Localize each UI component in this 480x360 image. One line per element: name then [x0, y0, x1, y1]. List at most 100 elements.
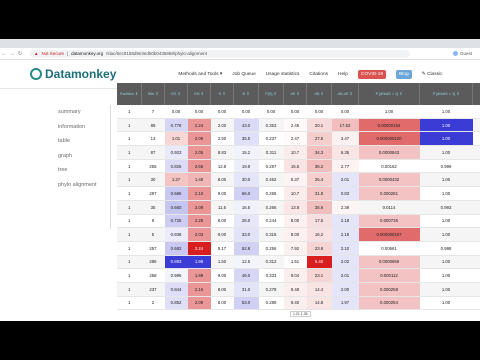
sidebar-item-phylo-alignment[interactable]: phylo alignment [58, 178, 110, 193]
table-cell: 52.8 [233, 241, 259, 256]
table-cell: 30 [141, 172, 165, 188]
sidebar-item-information[interactable]: information [58, 120, 110, 135]
table-cell: 8.00 [283, 214, 307, 229]
table-cell: 5 [141, 227, 165, 242]
table-cell: 1.00 [419, 282, 473, 297]
table-cell: 16.5 [233, 200, 259, 215]
table-cell: 53.0 [233, 296, 259, 311]
table-row[interactable]: 1 89 0.778 2.24 2.00 43.0 0.353 2.45 20.1 17.62 0.… [117, 118, 480, 133]
table-row[interactable]: 1 297 0.686 2.10 9.00 66.0 0.265 10.7 31.8 0.83 0.… [117, 186, 480, 201]
table-cell: 14.4 [306, 282, 332, 297]
sidebar-item-table[interactable]: table [58, 134, 110, 149]
table-cell: 2.24 [187, 118, 211, 133]
table-row[interactable]: 1 87 0.923 2.05 8.83 15.2 0.311 10.7 34.3 6.35 0.0… [117, 145, 480, 160]
table-row[interactable]: 1 2 0.852 2.09 8.00 53.0 0.289 9.40 14.8 1.97 0.00… [117, 296, 480, 311]
column-header[interactable]: EN ⇕ [187, 83, 211, 105]
column-header[interactable]: Partition ⇕ [117, 83, 142, 105]
column-header[interactable]: ES ⇕ [164, 83, 188, 105]
reload-icon[interactable]: ↻ [16, 51, 24, 57]
table-cell: 0.00 [283, 105, 307, 119]
nav-item-6[interactable]: Blog [396, 69, 412, 79]
table-cell: 30.0 [233, 172, 259, 188]
table-cell: 26.4 [306, 172, 332, 188]
table-cell: 0.353 [258, 118, 284, 133]
table-cell: 7.48 [472, 105, 480, 119]
table-cell: 1.00 [419, 296, 473, 311]
table-cell: 17.62 [331, 118, 359, 133]
table-cell: 16.2 [306, 227, 332, 242]
browser-window: ← → ↻ ▲ Not Secure | datamonkey.org /sla… [0, 39, 480, 321]
back-icon[interactable]: ← [0, 51, 8, 57]
table-cell: 2.47 [283, 131, 307, 147]
table-cell: 2.00 [210, 118, 234, 133]
sidebar-item-graph[interactable]: graph [58, 149, 110, 164]
table-cell: 1.99 [187, 268, 211, 283]
nav-item-2[interactable]: Usage statistics [266, 72, 300, 77]
table-cell: 7.48 [472, 282, 480, 297]
table-cell: 0.00 [306, 105, 332, 119]
column-header[interactable]: dN ⇕ [306, 83, 332, 105]
column-header[interactable]: dN-dS ⇕ [331, 83, 359, 105]
table-row[interactable]: 1 35 0.660 2.09 11.5 16.5 0.266 13.8 35.6 2.39 0.0… [117, 200, 480, 215]
table-cell: 0.996 [164, 268, 188, 283]
table-row[interactable]: 1 30 1.27 1.48 8.00 30.0 0.462 6.37 26.4 2.01 0.00… [117, 172, 480, 188]
table-cell: 8.00 [210, 172, 234, 188]
table-cell: 1 [117, 241, 142, 256]
table-cell: 12.8 [210, 159, 234, 174]
sidebar-item-summary[interactable]: summary [58, 105, 110, 120]
nav-item-5[interactable]: COVID-19 [357, 69, 387, 79]
table-cell: 0.462 [258, 172, 284, 188]
table-cell: 1 [117, 255, 142, 270]
table-row[interactable]: 1 255 0.826 2.65 12.8 19.8 0.297 15.5 36.2 2.77 0.… [117, 159, 480, 174]
table-cell: 2.01 [331, 172, 359, 188]
table-row[interactable]: 1 5 0.938 2.03 9.00 33.0 0.316 8.00 16.2 2.18 0.00… [117, 227, 480, 242]
table-cell: 6.40 [306, 255, 332, 270]
table-row[interactable]: 1 257 0.682 2.24 5.17 52.8 0.256 7.92 23.6 2.10 0.… [117, 241, 480, 256]
nav-item-1[interactable]: Job Queue [232, 72, 255, 77]
table-cell: 14.8 [306, 296, 332, 311]
table-cell: 0.333 [258, 268, 284, 283]
logo[interactable]: Datamonkey [30, 67, 116, 81]
table-cell: 1 [117, 186, 142, 201]
profile-button[interactable]: Guest [452, 51, 472, 56]
table-cell: 35.6 [306, 200, 332, 215]
table-row[interactable]: 1 13 1.01 2.09 2.50 35.5 0.237 2.47 27.5 3.47 0.00… [117, 131, 480, 147]
forward-icon[interactable]: → [8, 51, 16, 57]
results-table-container: Partition ⇕ Site ⇕ ES ⇕ EN ⇕ S ⇕ N ⇕ P[S] ⇕ dS … [117, 83, 480, 311]
column-header[interactable]: P[S] ⇕ [258, 83, 284, 105]
table-cell: 2.10 [187, 186, 211, 201]
nav-item-7[interactable]: ✎ Classic [422, 72, 443, 77]
column-header[interactable]: P [dN/dS > 1] ⇕ [358, 83, 420, 105]
table-row[interactable]: 1 286 0.893 1.99 1.50 12.5 0.312 1.51 6.40 2.02 0.… [117, 255, 480, 270]
table-cell: 2.50 [210, 131, 234, 147]
nav-item-0[interactable]: Methods and Tools ▾ [178, 72, 222, 77]
table-cell: 34.3 [306, 145, 332, 160]
table-cell: 0.00000154 [358, 118, 420, 133]
sidebar-item-tree[interactable]: tree [58, 163, 110, 178]
column-header[interactable]: Total branch length ⇕ [472, 83, 480, 105]
column-header[interactable]: Site ⇕ [141, 83, 165, 105]
column-header[interactable]: N ⇕ [233, 83, 259, 105]
table-row[interactable]: 1 237 0.844 2.16 8.00 31.0 0.278 9.48 14.4 2.00 0.… [117, 282, 480, 297]
table-cell: 0.000281 [358, 186, 420, 201]
nav-item-4[interactable]: Help [338, 72, 348, 77]
table-cell: 1.48 [187, 172, 211, 188]
table-row[interactable]: 1 7 0.00 0.00 0.00 0.00 0.00 0.00 0.00 0.00 1.00 1.… [117, 105, 480, 119]
table-cell: 1.00 [419, 105, 473, 119]
profile-label: Guest [459, 51, 472, 56]
table-cell: 1 [117, 200, 142, 215]
table-cell: 2.05 [187, 145, 211, 160]
nav-item-3[interactable]: Citations [309, 72, 328, 77]
table-cell: 15.5 [283, 159, 307, 174]
table-cell: 0.00 [331, 105, 359, 119]
table-row[interactable]: 1 6 0.725 2.25 8.00 28.0 0.244 8.00 17.5 2.18 0.00… [117, 214, 480, 229]
column-header[interactable]: P [dN/dS < 1] ⇕ [419, 83, 473, 105]
column-header[interactable]: dS ⇕ [283, 83, 307, 105]
table-cell: 33.0 [233, 227, 259, 242]
table-row[interactable]: 1 258 0.996 1.99 9.00 46.0 0.333 9.04 23.1 2.01 0.… [117, 268, 480, 283]
column-header[interactable]: S ⇕ [210, 83, 234, 105]
table-cell: 0.00 [258, 105, 284, 119]
url-field[interactable]: ▲ Not Secure | datamonkey.org /slac/5ec9… [30, 49, 410, 58]
sidebar: summary information table graph tree phylo al… [58, 105, 111, 229]
table-cell: 7 [141, 105, 165, 119]
